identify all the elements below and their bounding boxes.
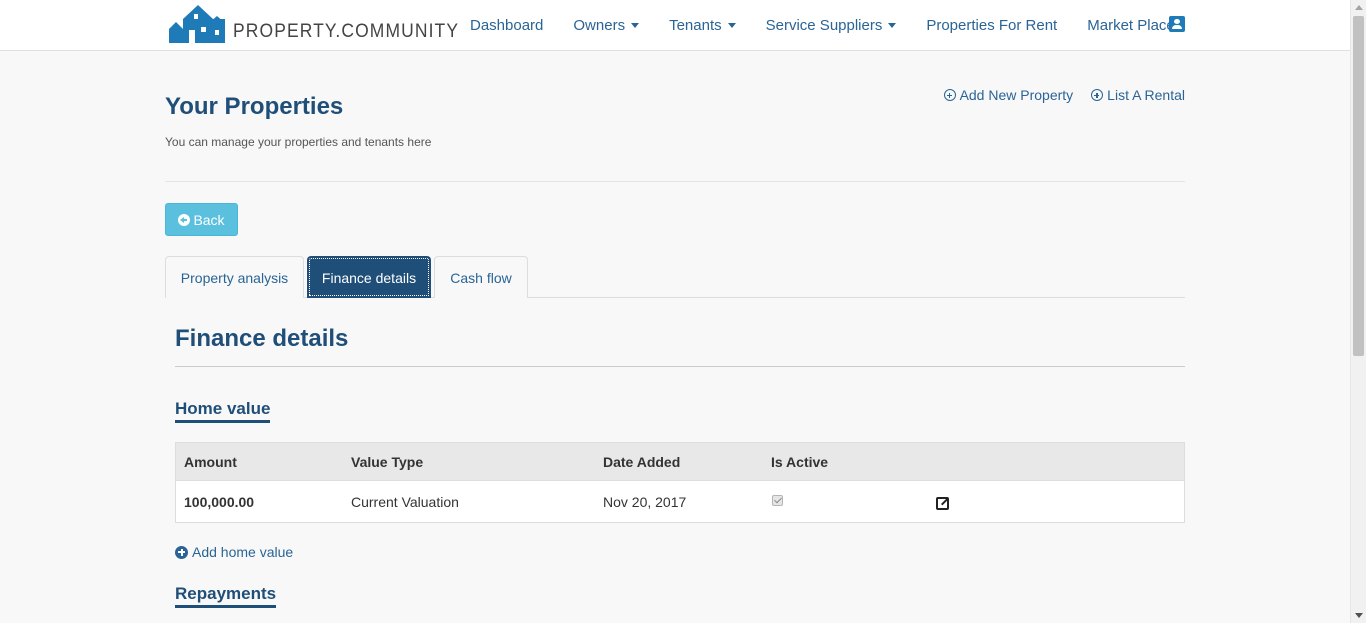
user-card-icon[interactable] bbox=[1169, 16, 1185, 32]
back-button[interactable]: Back bbox=[165, 203, 238, 236]
scroll-thumb[interactable] bbox=[1353, 16, 1364, 356]
column-header-value-type: Value Type bbox=[351, 453, 424, 470]
page-subtitle: You can manage your properties and tenan… bbox=[165, 135, 432, 149]
nav-service-suppliers[interactable]: Service Suppliers bbox=[751, 17, 912, 34]
nav-dashboard-label: Dashboard bbox=[470, 16, 544, 34]
column-header-date-added: Date Added bbox=[603, 453, 681, 470]
header-actions: Add New Property List A Rental bbox=[943, 87, 1185, 103]
caret-down-icon bbox=[727, 22, 736, 28]
column-header-is-active: Is Active bbox=[771, 453, 829, 470]
nav-owners[interactable]: Owners bbox=[558, 17, 654, 34]
plus-circle-icon bbox=[1091, 89, 1104, 101]
repayments-title: Repayments bbox=[175, 584, 277, 608]
list-a-rental-link[interactable]: List A Rental bbox=[1091, 87, 1185, 103]
list-a-rental-label: List A Rental bbox=[1107, 87, 1185, 103]
plus-circle-icon bbox=[175, 545, 188, 559]
amount-cell: 100,000.00 bbox=[184, 493, 255, 510]
property-tabs: Property analysis Finance details Cash f… bbox=[165, 256, 1185, 298]
home-value-title: Home value bbox=[175, 399, 271, 423]
scroll-down-arrow-icon[interactable] bbox=[1355, 613, 1363, 618]
nav-tenants[interactable]: Tenants bbox=[654, 17, 751, 34]
date-added-cell: Nov 20, 2017 bbox=[603, 493, 687, 510]
is-active-checkbox bbox=[772, 495, 783, 506]
nav-tenants-label: Tenants bbox=[669, 16, 722, 34]
is-active-cell bbox=[771, 481, 783, 522]
back-button-label: Back bbox=[193, 211, 225, 228]
edit-cell bbox=[936, 481, 949, 522]
table-header: Amount Value Type Date Added Is Active bbox=[176, 443, 1184, 481]
nav-dashboard[interactable]: Dashboard bbox=[455, 17, 558, 34]
nav-owners-label: Owners bbox=[573, 16, 626, 34]
vertical-scrollbar[interactable] bbox=[1350, 0, 1366, 623]
add-new-property-label: Add New Property bbox=[959, 87, 1074, 103]
brand-name: PROPERTY.COMMUNITY bbox=[233, 21, 460, 42]
scroll-up-arrow-icon[interactable] bbox=[1355, 5, 1363, 10]
divider bbox=[165, 181, 1185, 182]
nav-service-suppliers-label: Service Suppliers bbox=[765, 16, 883, 34]
arrow-left-icon bbox=[178, 213, 191, 226]
top-navbar: PROPERTY.COMMUNITY Dashboard Owners Tena… bbox=[0, 0, 1350, 51]
plus-circle-icon bbox=[943, 89, 956, 101]
caret-down-icon bbox=[888, 22, 897, 28]
edit-icon[interactable] bbox=[936, 497, 949, 510]
nav-properties-for-rent-label: Properties For Rent bbox=[926, 16, 1058, 34]
brand-logo[interactable]: PROPERTY.COMMUNITY bbox=[169, 5, 479, 45]
caret-down-icon bbox=[631, 22, 640, 28]
divider bbox=[175, 366, 1185, 367]
nav-market-place-label: Market Place bbox=[1087, 16, 1175, 34]
nav-properties-for-rent[interactable]: Properties For Rent bbox=[911, 17, 1072, 34]
tab-property-analysis[interactable]: Property analysis bbox=[165, 256, 304, 298]
home-value-table: Amount Value Type Date Added Is Active 1… bbox=[175, 442, 1185, 523]
finance-details-title: Finance details bbox=[175, 325, 349, 352]
add-new-property-link[interactable]: Add New Property bbox=[943, 87, 1074, 103]
main-nav: Dashboard Owners Tenants Service Supplie… bbox=[455, 0, 1190, 50]
tab-finance-details[interactable]: Finance details bbox=[307, 256, 431, 298]
column-header-amount: Amount bbox=[184, 453, 237, 470]
tab-cash-flow[interactable]: Cash flow bbox=[434, 256, 528, 298]
add-home-value-label: Add home value bbox=[192, 544, 294, 560]
value-type-cell: Current Valuation bbox=[351, 493, 459, 510]
house-logo-icon bbox=[169, 5, 225, 43]
table-row: 100,000.00 Current Valuation Nov 20, 201… bbox=[176, 481, 1184, 522]
add-home-value-link[interactable]: Add home value bbox=[175, 544, 293, 560]
page-title: Your Properties bbox=[165, 93, 344, 120]
